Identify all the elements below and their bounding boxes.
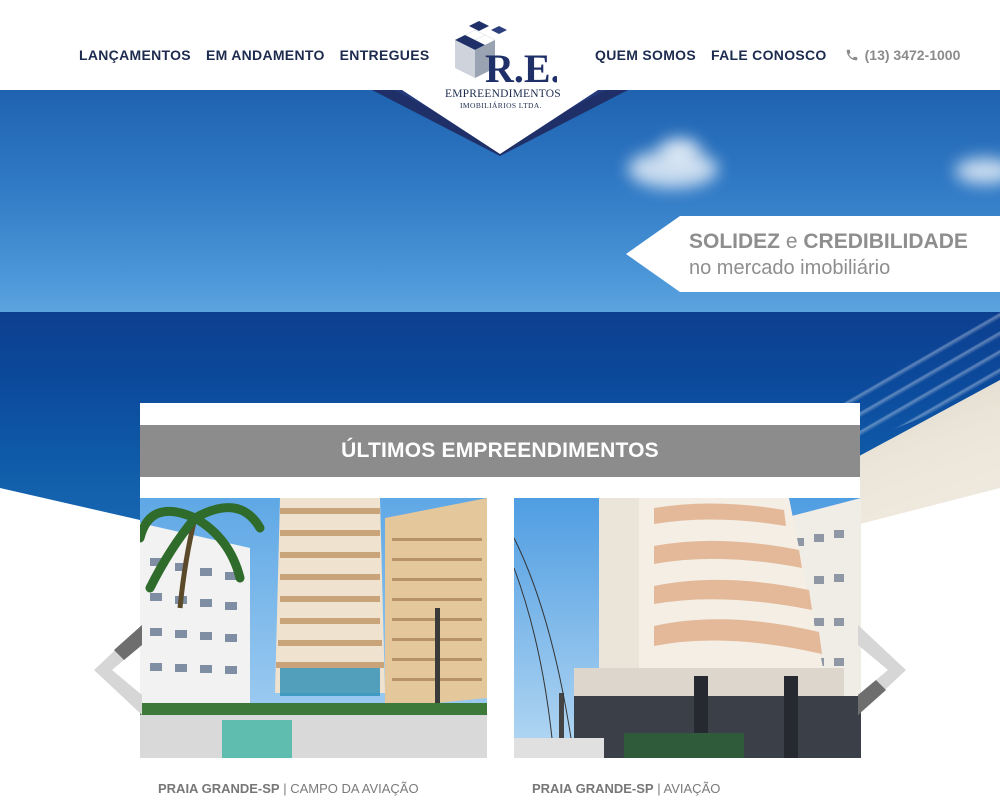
tagline-text: SOLIDEZ e CREDIBILIDADE no mercado imobi… [689,229,968,281]
logo-text-line1: EMPREENDIMENTOS [445,88,561,100]
logo-cube-icon: R.E. [455,21,561,91]
phone-icon [846,49,857,61]
tagline-credibilidade: CREDIBILIDADE [803,230,968,253]
tagline-joiner: e [785,230,798,253]
hero-tagline: SOLIDEZ e CREDIBILIDADE no mercado imobi… [626,216,1000,292]
phone-contact[interactable]: (13) 3472-1000 [845,47,961,63]
caption-2-neighborhood: AVIAÇÃO [663,781,721,796]
building-photo-1 [140,498,487,758]
section-title: ÚLTIMOS EMPREENDIMENTOS [140,425,860,477]
chevron-right-icon[interactable] [856,625,906,715]
nav-em-andamento[interactable]: EM ANDAMENTO [206,47,325,63]
development-caption-2[interactable]: PRAIA GRANDE-SP | AVIAÇÃO [532,781,720,796]
main-nav-right: QUEM SOMOS FALE CONOSCO (13) 3472-1000 [595,47,960,63]
tagline-solidez: SOLIDEZ [689,230,781,253]
company-logo[interactable]: R.E. EMPREENDIMENTOS IMOBILIÁRIOS LTDA. [445,18,561,114]
chevron-left-icon[interactable] [94,625,144,715]
caption-1-city: PRAIA GRANDE-SP [158,781,280,796]
cloud [660,138,700,162]
tagline-subtext: no mercado imobiliário [689,257,891,279]
caption-1-neighborhood: CAMPO DA AVIAÇÃO [290,781,419,796]
building-photo-2 [514,498,861,758]
latest-developments-section: ÚLTIMOS EMPREENDIMENTOS PRAIA GRANDE-SP … [140,403,861,800]
logo-letters: R.E. [485,46,557,88]
caption-2-city: PRAIA GRANDE-SP [532,781,654,796]
phone-number: (13) 3472-1000 [864,47,961,63]
nav-entregues[interactable]: ENTREGUES [340,47,430,63]
logo-text-line2: IMOBILIÁRIOS LTDA. [460,101,542,110]
nav-fale-conosco[interactable]: FALE CONOSCO [711,47,827,63]
development-caption-1[interactable]: PRAIA GRANDE-SP | CAMPO DA AVIAÇÃO [158,781,419,796]
caption-1-separator: | [283,781,287,796]
caption-2-separator: | [657,781,661,796]
development-photo-1[interactable] [140,498,487,758]
nav-lancamentos[interactable]: LANÇAMENTOS [79,47,191,63]
development-photo-2[interactable] [514,498,861,758]
main-nav-left: LANÇAMENTOS EM ANDAMENTO ENTREGUES [79,47,444,63]
nav-quem-somos[interactable]: QUEM SOMOS [595,47,696,63]
